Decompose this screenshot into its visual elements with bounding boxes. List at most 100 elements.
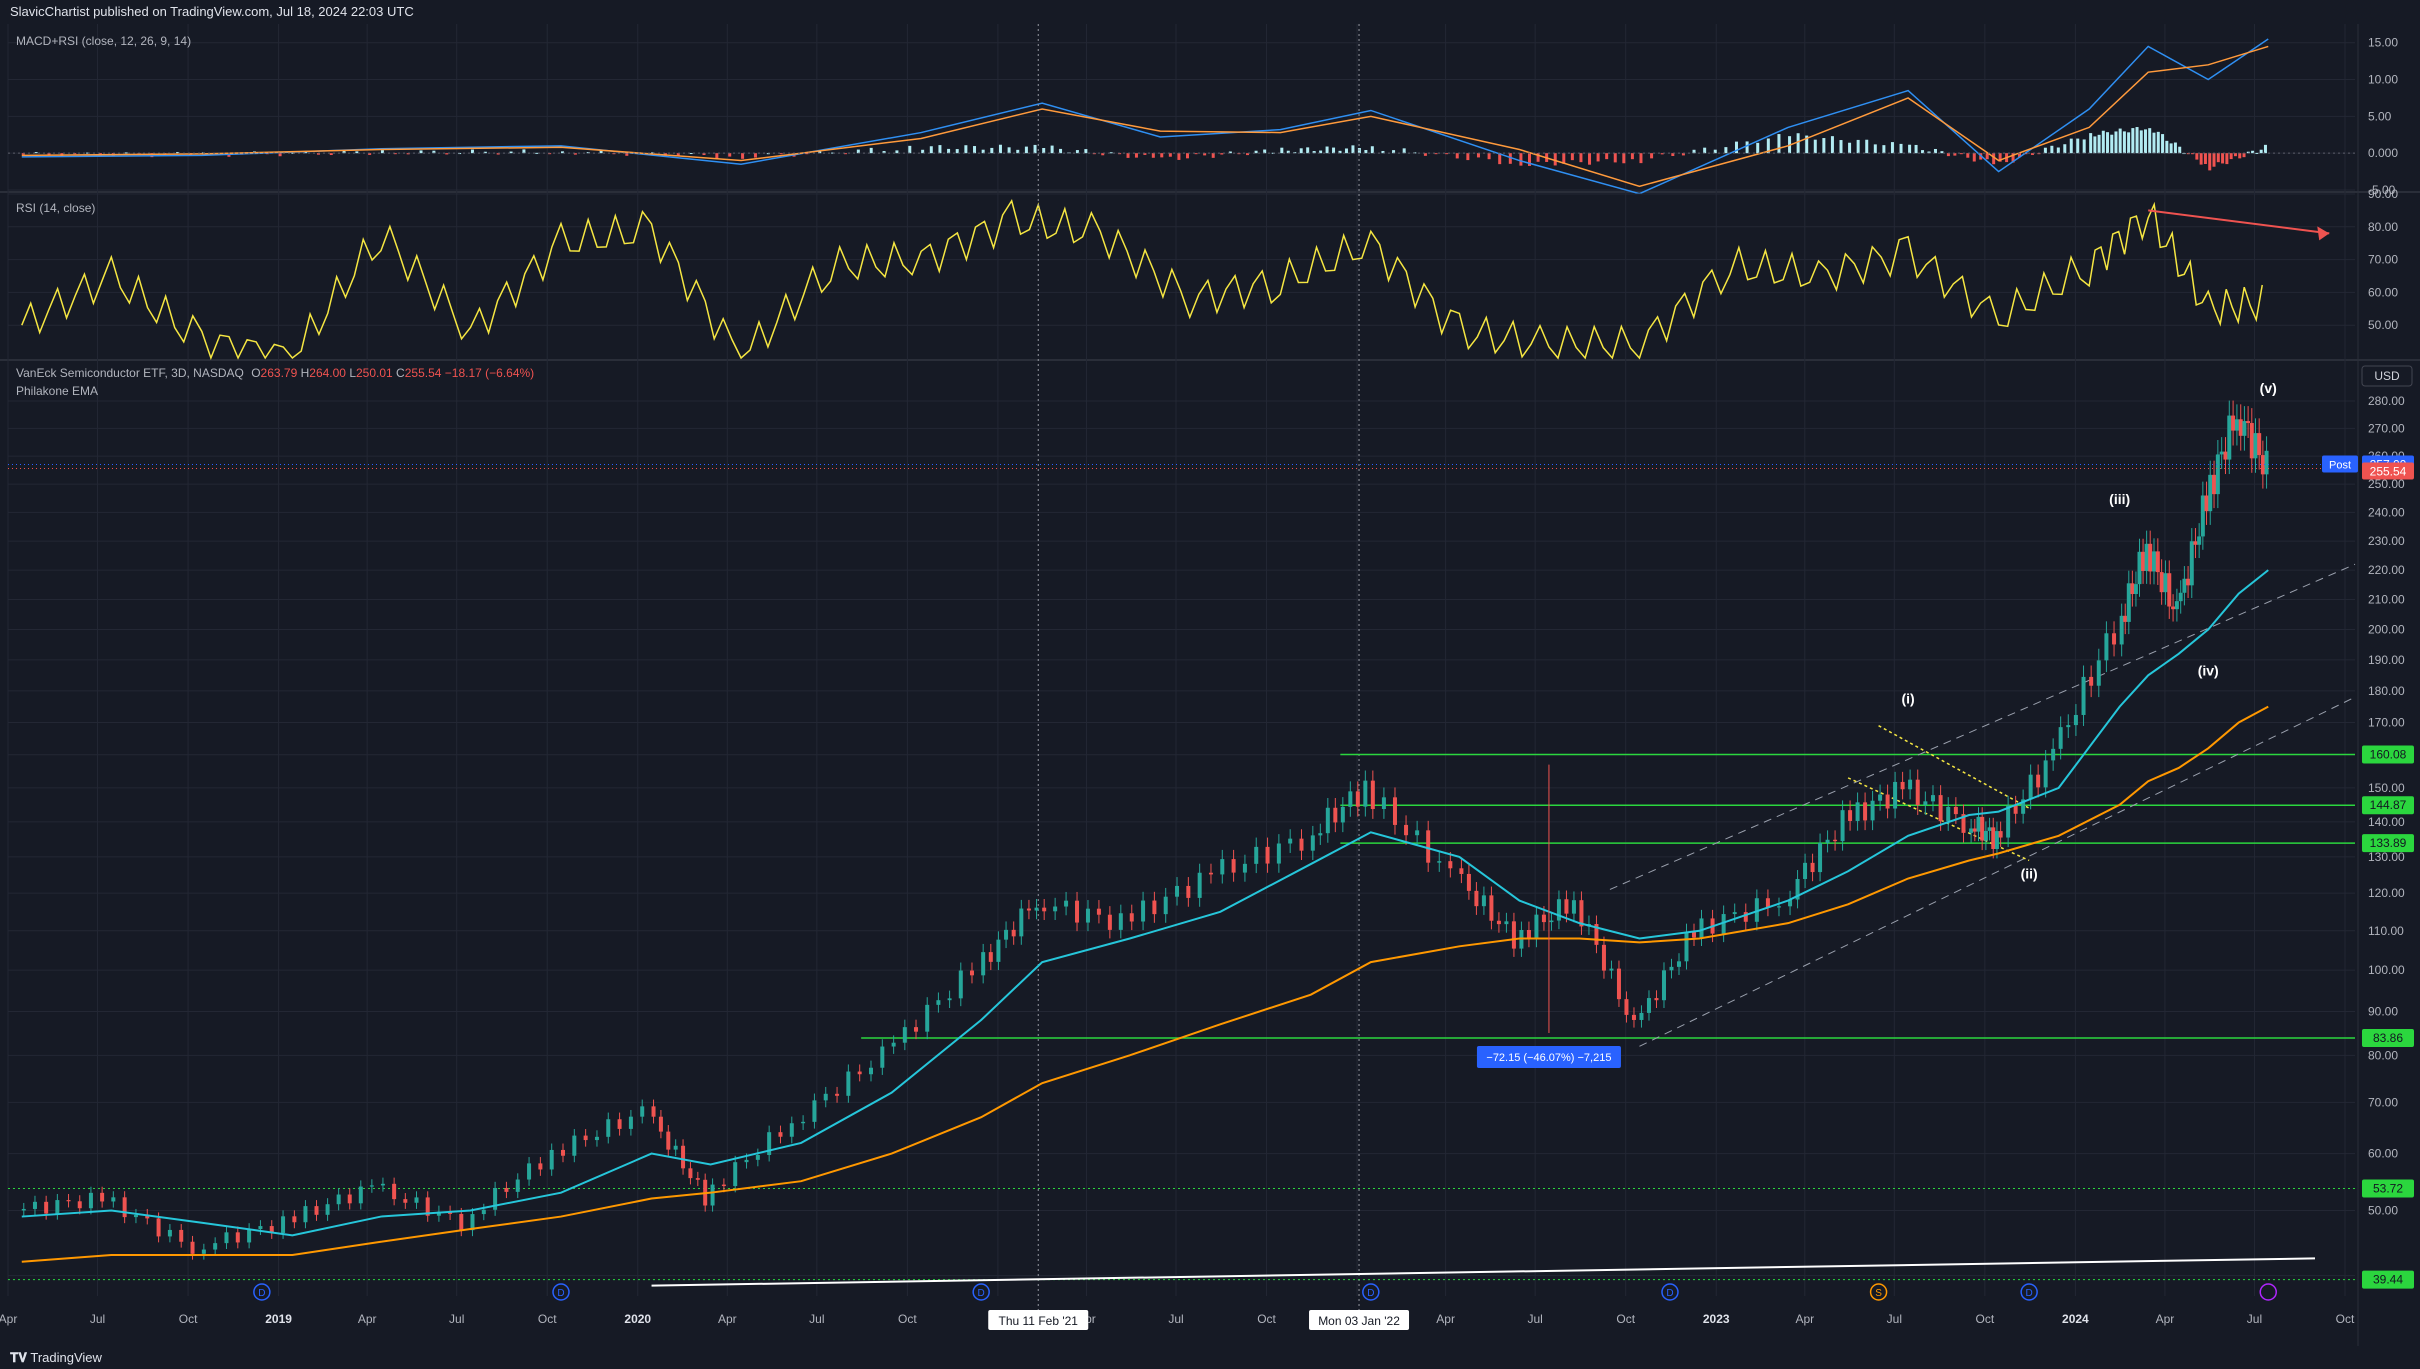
candle-body — [1175, 885, 1180, 897]
crosshair-date-label: Mon 03 Jan '22 — [1318, 1314, 1400, 1328]
time-axis-label: Oct — [898, 1312, 917, 1326]
candle-body — [1034, 907, 1039, 911]
candle-body — [358, 1186, 363, 1204]
rsi-line — [21, 198, 2263, 361]
macd-histogram-bar — [2259, 149, 2263, 154]
candle-body — [1288, 838, 1293, 844]
macd-histogram-bar — [1914, 144, 1918, 154]
candle-body — [1915, 779, 1920, 806]
candle-body — [869, 1067, 873, 1075]
candle-body — [459, 1213, 464, 1231]
macd-histogram-bar — [2122, 131, 2126, 154]
candle-body — [1998, 831, 2003, 838]
candle-body — [88, 1192, 93, 1209]
candle-body — [1004, 929, 1009, 940]
candle-body — [527, 1163, 532, 1180]
candle-body — [1601, 944, 1606, 971]
candle-body — [812, 1100, 817, 1122]
ohlc-c-key: C — [396, 366, 405, 380]
macd-histogram-bar — [2208, 153, 2212, 171]
candle-body — [2246, 421, 2251, 424]
candle-body — [902, 1027, 907, 1043]
wave-label: (v) — [2260, 380, 2277, 396]
candle-body — [1980, 816, 1985, 841]
macd-histogram-bar — [1109, 152, 1113, 154]
candle-body — [1803, 862, 1808, 880]
macd-histogram-bar — [869, 147, 873, 154]
footer-bar: 𝐓𝐕 TradingView — [0, 1347, 2420, 1369]
macd-histogram-bar — [1402, 148, 1406, 154]
macd-histogram-bar — [2093, 136, 2097, 154]
candle-body — [2013, 805, 2018, 814]
macd-histogram-bar — [1553, 153, 1557, 166]
candle-body — [549, 1149, 554, 1170]
candle-body — [1863, 802, 1868, 821]
candle-body — [2174, 601, 2179, 610]
post-tag-label: Post — [2329, 459, 2351, 471]
macd-histogram-bar — [1084, 149, 1088, 154]
candle-body — [688, 1168, 693, 1179]
support-price-label: 53.72 — [2373, 1182, 2403, 1196]
macd-histogram-bar — [329, 153, 333, 156]
candle-body — [392, 1183, 397, 1200]
event-marker-icon — [2259, 1283, 2277, 1301]
candle-body — [1064, 900, 1069, 907]
candle-body — [1107, 914, 1112, 930]
candle-body — [1141, 900, 1146, 922]
macd-histogram-bar — [445, 153, 449, 155]
candle-body — [1474, 890, 1479, 907]
macd-histogram-bar — [856, 149, 860, 154]
rsi-axis-label: 90.00 — [2368, 187, 2398, 201]
macd-histogram-bar — [2139, 130, 2143, 154]
tradingview-logo[interactable]: 𝐓𝐕 TradingView — [10, 1347, 102, 1369]
candle-body — [996, 939, 1001, 962]
candle-body — [958, 970, 963, 999]
candle-body — [744, 1159, 749, 1163]
candle-body — [1504, 921, 1509, 925]
macd-histogram-bar — [1519, 153, 1523, 166]
candle-body — [1096, 908, 1101, 915]
candle-body — [1855, 802, 1860, 821]
macd-histogram-bar — [355, 151, 359, 154]
macd-histogram-bar — [1865, 139, 1869, 154]
candle-body — [778, 1132, 783, 1137]
candle-body — [1437, 861, 1442, 863]
rsi-axis-label: 80.00 — [2368, 220, 2398, 234]
macd-histogram-bar — [1299, 148, 1303, 154]
ohlc-close: 255.54 — [404, 366, 442, 380]
macd-histogram-bar — [1848, 142, 1852, 154]
candle-body — [2171, 606, 2176, 610]
candle-body — [1381, 797, 1386, 810]
candle-body — [347, 1194, 352, 1204]
candle-body — [1348, 791, 1353, 807]
chart-canvas[interactable]: Apr Jul Oct 2019 Apr Jul Oct 2020 Apr Jul Oct Apr Ju… — [0, 0, 2420, 1369]
macd-histogram-bar — [998, 144, 1002, 154]
candle-body — [2163, 573, 2168, 593]
candle-body — [981, 952, 986, 976]
macd-histogram-bar — [1650, 153, 1654, 159]
candle-body — [2028, 774, 2033, 800]
candle-body — [292, 1216, 297, 1223]
candle-body — [1481, 895, 1486, 907]
macd-histogram-bar — [1263, 149, 1267, 154]
macd-histogram-bar — [929, 146, 933, 154]
candle-body — [2104, 633, 2109, 661]
candle-body — [1459, 868, 1464, 874]
candle-body — [914, 1027, 919, 1032]
candle-body — [1363, 780, 1368, 807]
candle-body — [481, 1209, 486, 1215]
time-axis-label: Jul — [1887, 1312, 1902, 1326]
candle-body — [789, 1123, 794, 1137]
macd-histogram-bar — [2043, 147, 2047, 154]
candle-body — [133, 1214, 138, 1218]
candle-body — [1885, 794, 1890, 809]
candle-body — [1220, 859, 1225, 875]
macd-histogram-bar — [2076, 138, 2080, 154]
macd-histogram-bar — [1160, 153, 1164, 158]
candle-body — [1900, 781, 1905, 790]
time-axis-label: Oct — [538, 1312, 557, 1326]
wedge-lower-line — [1847, 777, 2030, 862]
candle-body — [651, 1106, 656, 1117]
macd-histogram-bar — [1899, 143, 1903, 154]
macd-histogram-bar — [1622, 153, 1626, 164]
